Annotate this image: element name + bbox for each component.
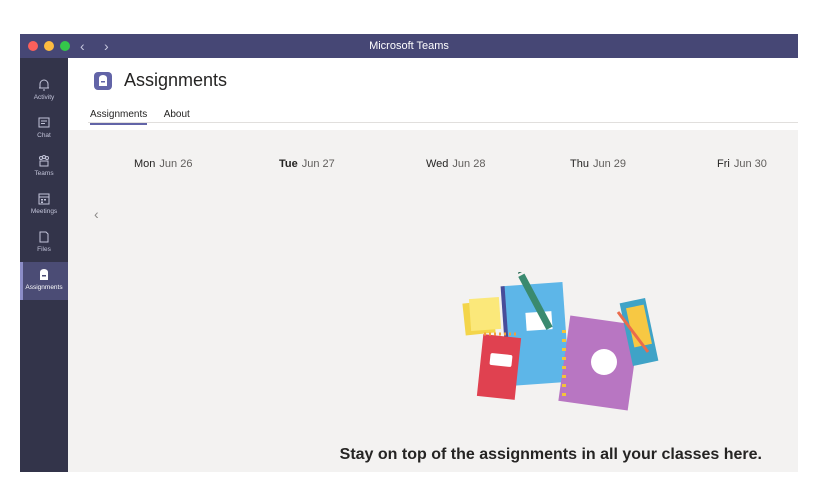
teams-icon [39,155,49,167]
day-header: Wed Jun 28 [426,158,485,170]
bell-icon [39,79,49,91]
day-date: Jun 28 [452,158,486,170]
empty-state: Stay on top of the assignments in all yo… [68,446,798,468]
title-bar: ‹ › Microsoft Teams [20,34,798,58]
empty-state-message: Stay on top of the assignments in all yo… [339,446,762,463]
app-header: Assignments Assignments About [68,58,798,130]
rail-label: Teams [34,170,54,177]
rail-item-chat[interactable]: Chat [20,110,68,148]
page-title: Assignments [124,70,228,90]
day-weekday: Fri [717,158,730,170]
day-date: Jun 29 [592,158,626,170]
assignments-app-icon [94,72,112,90]
day-header: Mon Jun 26 [134,158,192,170]
day-weekday: Wed [426,158,449,170]
header-divider [88,122,798,123]
rail-label: Chat [37,132,51,139]
previous-week-chevron-icon[interactable]: ‹ [94,206,99,222]
rail-item-assignments[interactable]: Assignments [20,262,68,300]
notebooks-illustration [462,272,659,411]
day-weekday: Tue [279,158,298,170]
day-header: Fri Jun 30 [717,158,767,170]
app-rail: Activity Chat Teams Meetings Files Assig… [20,58,68,472]
rail-label: Activity [33,94,55,101]
window-title: Microsoft Teams [369,40,449,52]
tab-about[interactable]: About [164,109,190,123]
day-weekday: Thu [570,158,589,170]
sticky-note-graphic [462,296,502,336]
main-content: Assignments Assignments About Mon Jun 26 … [68,58,798,472]
rail-label: Files [37,246,51,253]
file-icon [39,231,49,243]
rail-label: Meetings [30,208,58,215]
rail-item-activity[interactable]: Activity [20,72,68,110]
day-date: Jun 26 [159,158,193,170]
day-header: Thu Jun 29 [570,158,626,170]
chat-icon [38,117,50,128]
rail-item-files[interactable]: Files [20,224,68,262]
day-weekday: Mon [134,158,156,170]
teams-window: ‹ › Microsoft Teams Activity Chat Teams … [20,34,798,472]
red-notebook-graphic [476,332,522,400]
day-date: Jun 27 [301,158,335,170]
rail-item-teams[interactable]: Teams [20,148,68,186]
day-date: Jun 30 [733,158,767,170]
assignments-icon [40,269,48,280]
active-indicator [20,262,23,300]
rail-item-meetings[interactable]: Meetings [20,186,68,224]
day-header-today: Tue Jun 27 [279,158,335,170]
rail-label: Assignments [25,284,63,291]
calendar-icon [38,193,50,205]
calendar-days: Mon Jun 26 Tue Jun 27 Wed Jun 28 Thu Jun 29 … [68,158,798,178]
